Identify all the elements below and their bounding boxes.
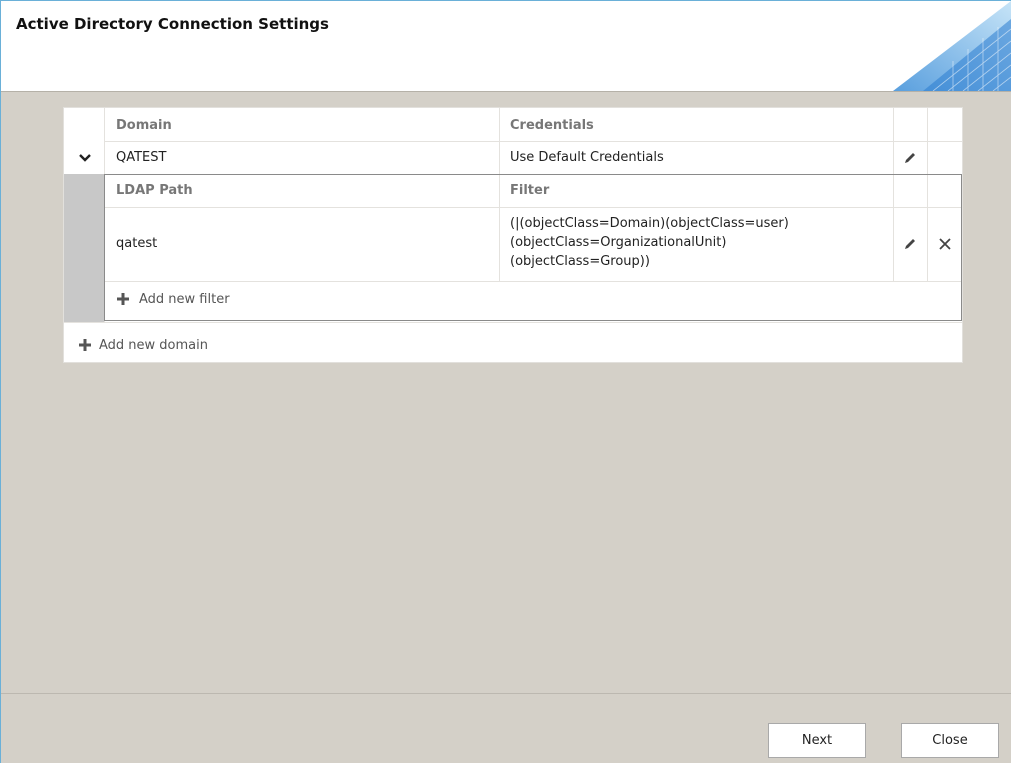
dialog-title: Active Directory Connection Settings xyxy=(16,15,329,33)
add-new-filter-button[interactable]: Add new filter xyxy=(116,289,230,309)
delete-filter-close-icon[interactable] xyxy=(937,236,953,252)
expand-column xyxy=(64,174,104,322)
ldap-path: qatest xyxy=(116,236,158,251)
dialog-window: Active Directory Connection Settings Dom… xyxy=(0,0,1011,763)
plus-icon xyxy=(79,339,91,351)
filter-line: (objectClass=OrganizationalUnit) xyxy=(510,235,727,250)
domains-grid: Domain Credentials QATEST Use Default Cr… xyxy=(63,107,963,363)
add-new-filter-label: Add new filter xyxy=(139,291,230,307)
header-logo xyxy=(893,1,1011,91)
table-row[interactable]: QATEST Use Default Credentials xyxy=(64,142,962,174)
edit-domain-pencil-icon[interactable] xyxy=(902,150,918,166)
domain-credentials: Use Default Credentials xyxy=(510,150,664,165)
table-row[interactable]: qatest (|(objectClass=Domain)(objectClas… xyxy=(105,208,961,281)
filter-line: (objectClass=Group)) xyxy=(510,254,650,269)
domain-name: QATEST xyxy=(116,150,167,165)
edit-filter-pencil-icon[interactable] xyxy=(902,236,918,252)
chevron-down-icon[interactable] xyxy=(78,151,92,165)
filters-grid: LDAP Path Filter qatest (|(objectClass=D… xyxy=(104,174,962,321)
row-divider xyxy=(64,322,962,323)
filter-line: (|(objectClass=Domain)(objectClass=user) xyxy=(510,216,789,231)
filter-expression: (|(objectClass=Domain)(objectClass=user)… xyxy=(510,214,789,271)
column-header-ldap-path[interactable]: LDAP Path xyxy=(116,183,193,198)
row-divider xyxy=(105,281,961,282)
column-header-filter[interactable]: Filter xyxy=(510,183,549,198)
plus-icon xyxy=(117,293,129,305)
add-new-domain-label: Add new domain xyxy=(99,337,208,353)
column-header-credentials[interactable]: Credentials xyxy=(510,118,594,133)
dialog-header: Active Directory Connection Settings xyxy=(1,1,1011,92)
add-new-domain-button[interactable]: Add new domain xyxy=(78,335,208,355)
footer-divider xyxy=(1,693,1011,694)
close-button[interactable]: Close xyxy=(901,723,999,758)
next-button[interactable]: Next xyxy=(768,723,866,758)
column-header-domain[interactable]: Domain xyxy=(116,118,172,133)
